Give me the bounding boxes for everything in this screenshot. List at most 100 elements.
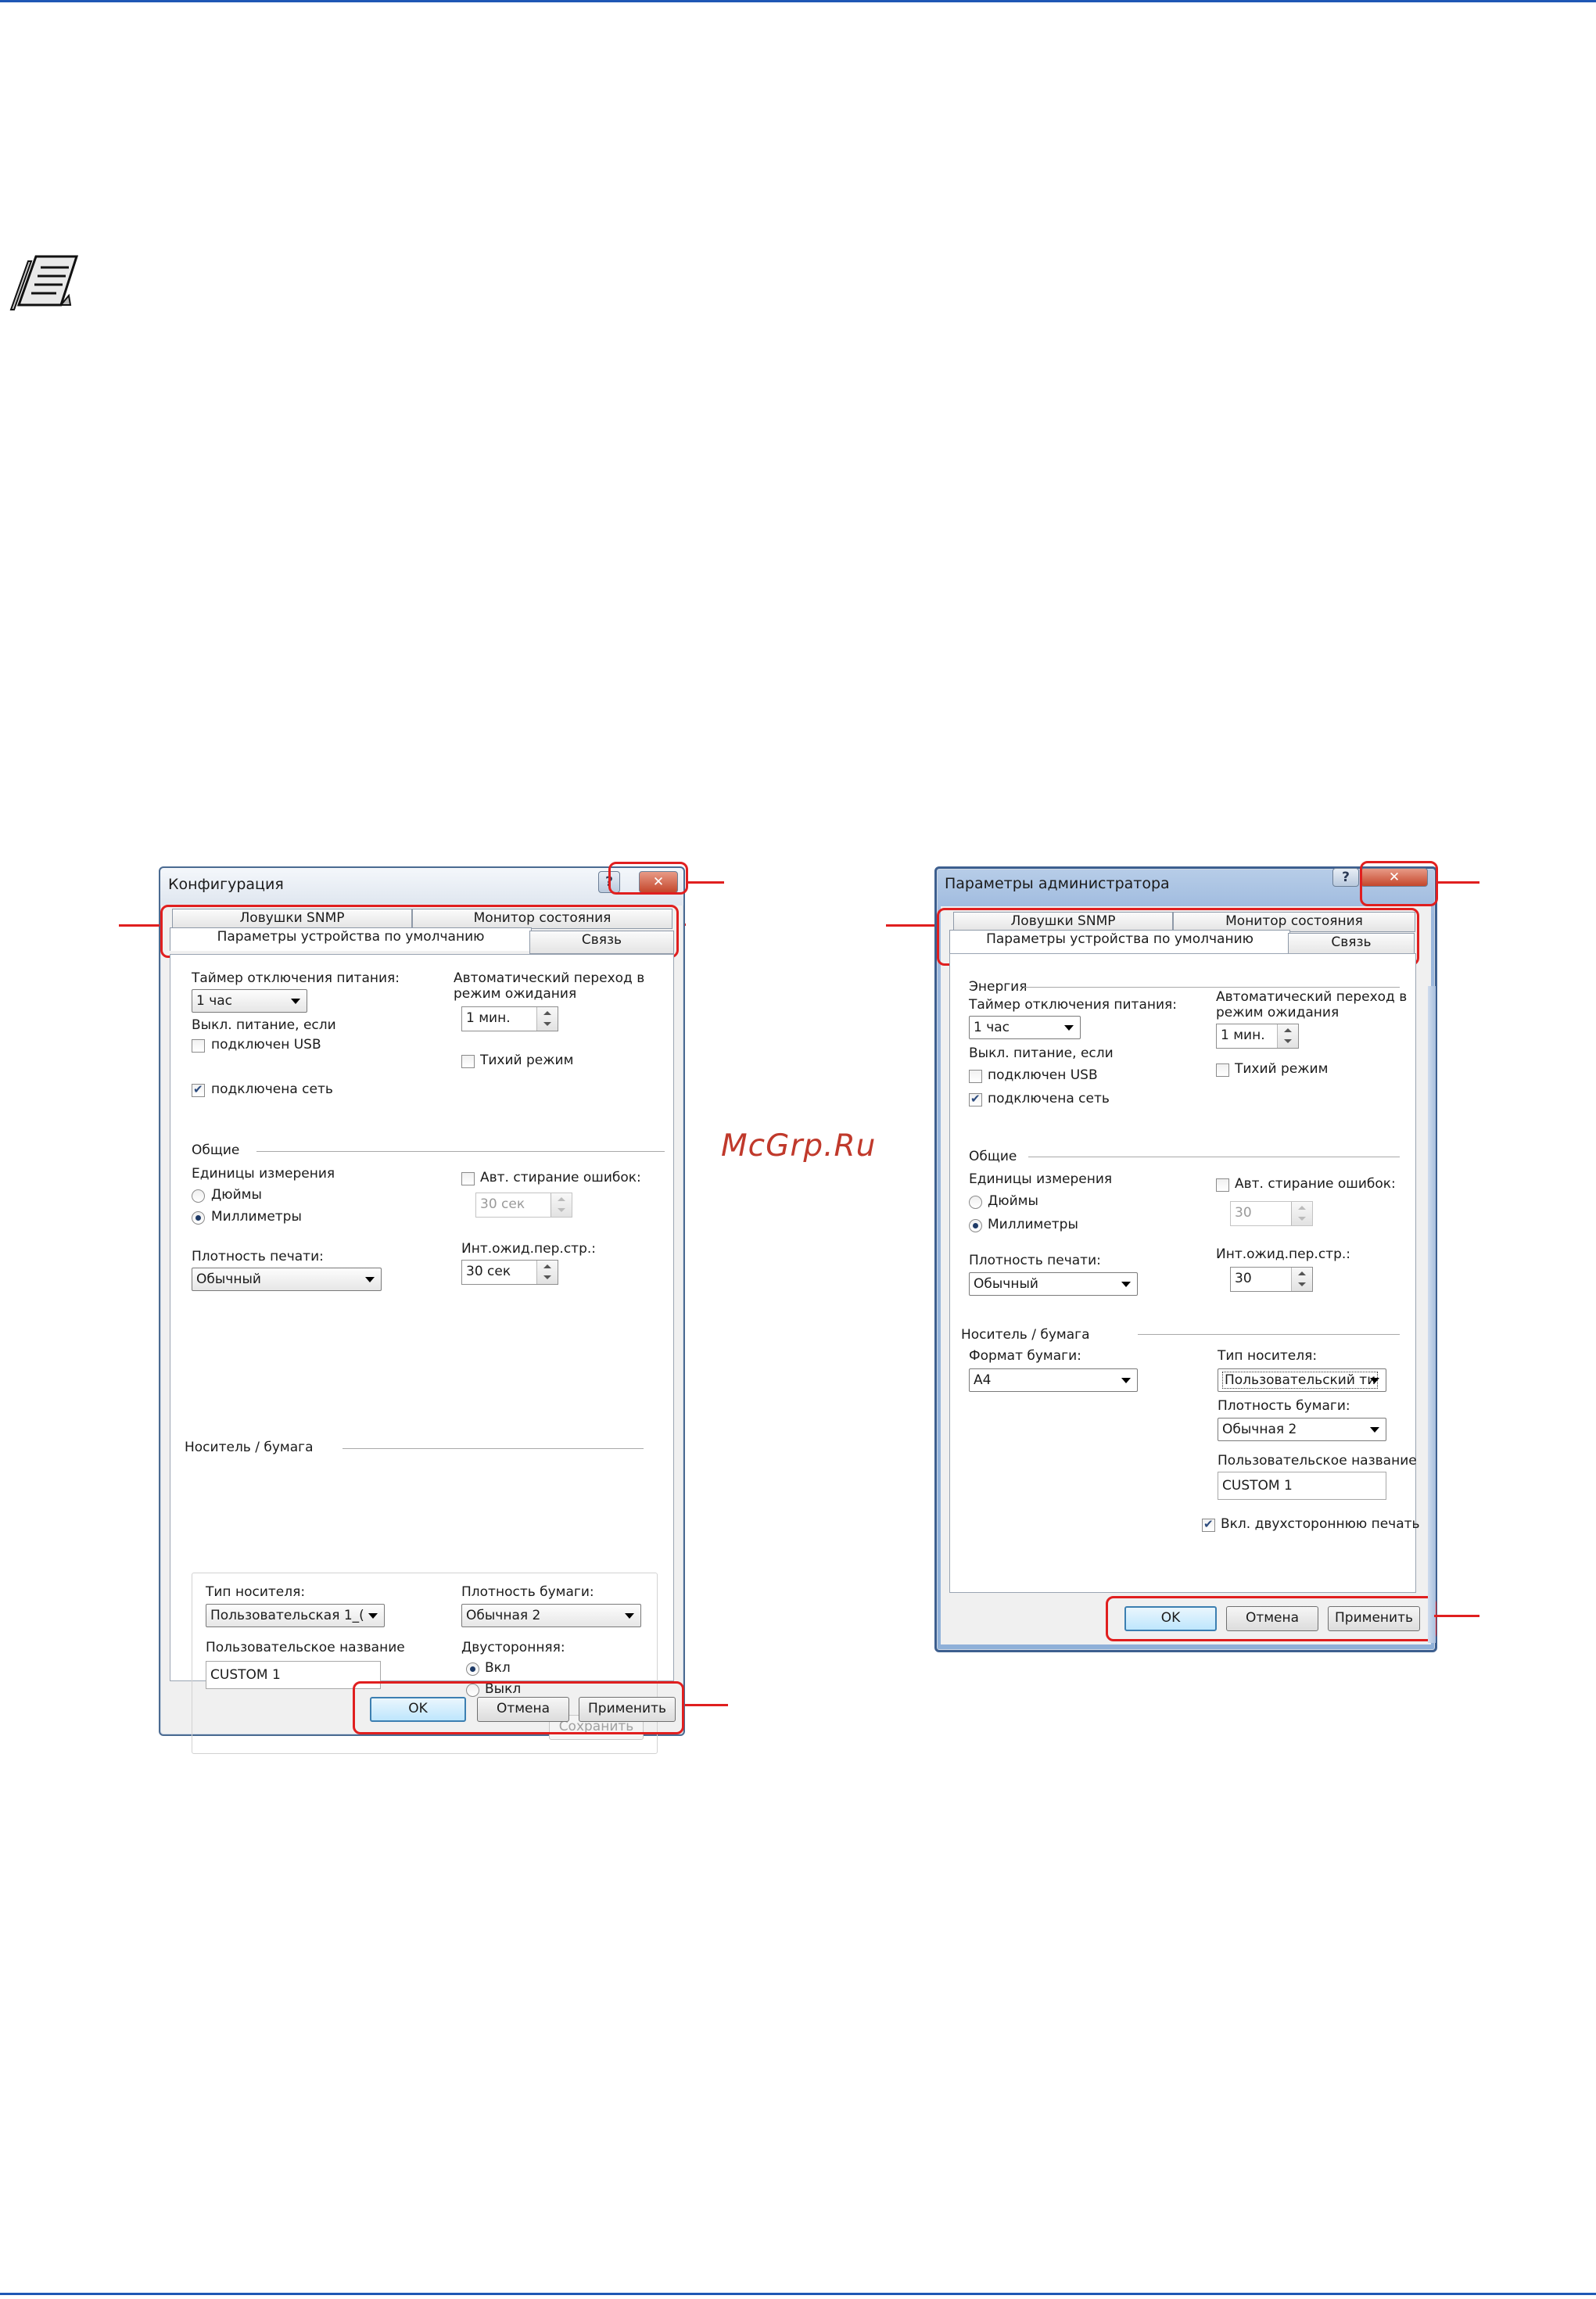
tabs-highlight bbox=[160, 905, 679, 958]
paper-size-label: Формат бумаги: bbox=[969, 1348, 1081, 1364]
usb-label: подключен USB bbox=[988, 1067, 1098, 1083]
print-density-label: Плотность печати: bbox=[192, 1249, 324, 1264]
media-type-select[interactable]: Пользовательская 1_( bbox=[206, 1604, 385, 1627]
energy-divider bbox=[1024, 987, 1400, 988]
chevron-down-icon bbox=[1370, 1378, 1379, 1383]
power-off-if-label: Выкл. питание, если bbox=[969, 1045, 1114, 1061]
mm-radio[interactable] bbox=[969, 1219, 982, 1232]
page-timeout-spinner[interactable]: 30 bbox=[1230, 1267, 1313, 1292]
tab-content: Энергия Таймер отключения питания: 1 час… bbox=[949, 953, 1420, 1593]
print-density-select[interactable]: Обычный bbox=[192, 1268, 382, 1291]
quiet-mode-label: Тихий режим bbox=[1235, 1061, 1329, 1077]
callout-line-tabs bbox=[886, 924, 934, 927]
auto-error-clear-value: 30 bbox=[1235, 1205, 1252, 1221]
auto-error-clear-spinner[interactable]: 30 сек bbox=[475, 1193, 572, 1218]
note-icon bbox=[9, 255, 79, 310]
inches-radio[interactable] bbox=[969, 1196, 982, 1209]
energy-section-title: Энергия bbox=[969, 979, 1028, 995]
paper-weight-label: Плотность бумаги: bbox=[1218, 1398, 1350, 1414]
mm-radio[interactable] bbox=[192, 1211, 205, 1225]
callout-line-buttons bbox=[685, 924, 686, 926]
page-timeout-label: Инт.ожид.пер.стр.: bbox=[1216, 1246, 1351, 1262]
spin-arrows-icon[interactable] bbox=[551, 1193, 572, 1217]
chevron-down-icon bbox=[1121, 1378, 1131, 1383]
page-timeout-spinner[interactable]: 30 сек bbox=[461, 1260, 558, 1285]
duplex-enable-label: Вкл. двухстороннюю печать bbox=[1221, 1516, 1420, 1532]
chevron-down-icon bbox=[1370, 1427, 1379, 1433]
media-divider bbox=[1138, 1334, 1400, 1335]
paper-weight-value: Обычная 2 bbox=[1222, 1422, 1297, 1437]
auto-sleep-spinner[interactable]: 1 мин. bbox=[1216, 1024, 1299, 1049]
chevron-down-icon bbox=[291, 999, 300, 1004]
chevron-down-icon bbox=[365, 1277, 375, 1282]
power-off-if-label: Выкл. питание, если bbox=[192, 1017, 336, 1033]
power-timer-select[interactable]: 1 час bbox=[192, 989, 307, 1013]
inches-radio[interactable] bbox=[192, 1189, 205, 1203]
units-label: Единицы измерения bbox=[969, 1171, 1113, 1187]
usb-checkbox[interactable] bbox=[192, 1039, 205, 1053]
network-label: подключена сеть bbox=[988, 1091, 1110, 1106]
chevron-down-icon bbox=[1121, 1282, 1131, 1287]
duplex-enable-checkbox[interactable] bbox=[1202, 1517, 1215, 1532]
duplex-label: Двусторонняя: bbox=[461, 1640, 565, 1655]
paper-size-select[interactable]: A4 bbox=[969, 1368, 1138, 1392]
spin-arrows-icon[interactable] bbox=[536, 1261, 558, 1284]
general-section-title: Общие bbox=[969, 1149, 1017, 1164]
quiet-mode-checkbox[interactable] bbox=[461, 1055, 475, 1068]
media-section-title: Носитель / бумага bbox=[961, 1327, 1090, 1343]
auto-error-clear-spinner[interactable]: 30 bbox=[1230, 1201, 1313, 1226]
network-checkbox[interactable] bbox=[969, 1092, 982, 1106]
print-density-label: Плотность печати: bbox=[969, 1253, 1101, 1268]
spin-arrows-icon[interactable] bbox=[536, 1007, 558, 1031]
quiet-mode-label: Тихий режим bbox=[480, 1053, 574, 1068]
buttons-highlight bbox=[353, 1681, 684, 1734]
custom-name-input[interactable]: CUSTOM 1 bbox=[1218, 1472, 1386, 1500]
watermark: McGrp.Ru bbox=[721, 1128, 877, 1164]
units-label: Единицы измерения bbox=[192, 1166, 335, 1182]
page-timeout-value: 30 bbox=[1235, 1271, 1252, 1286]
help-button[interactable]: ? bbox=[1332, 868, 1359, 887]
paper-weight-select[interactable]: Обычная 2 bbox=[1218, 1418, 1386, 1441]
callout-line-tabs bbox=[119, 924, 160, 927]
power-timer-label: Таймер отключения питания: bbox=[969, 997, 1177, 1013]
page-timeout-label: Инт.ожид.пер.стр.: bbox=[461, 1241, 597, 1257]
page-timeout-value: 30 сек bbox=[466, 1264, 511, 1279]
usb-label: подключен USB bbox=[211, 1037, 321, 1053]
print-density-value: Обычный bbox=[974, 1276, 1038, 1292]
media-type-value: Пользовательский ти bbox=[1222, 1372, 1379, 1389]
network-checkbox[interactable] bbox=[192, 1082, 205, 1097]
close-highlight bbox=[1360, 861, 1438, 906]
auto-sleep-spinner[interactable]: 1 мин. bbox=[461, 1006, 558, 1031]
paper-weight-value: Обычная 2 bbox=[466, 1608, 541, 1623]
paper-size-value: A4 bbox=[974, 1372, 992, 1388]
auto-error-clear-label: Авт. стирание ошибок: bbox=[480, 1170, 641, 1185]
network-label: подключена сеть bbox=[211, 1081, 333, 1097]
paper-weight-select[interactable]: Обычная 2 bbox=[461, 1604, 641, 1627]
power-timer-select[interactable]: 1 час bbox=[969, 1016, 1081, 1039]
spin-arrows-icon[interactable] bbox=[1291, 1268, 1312, 1291]
duplex-on-label: Вкл bbox=[485, 1660, 511, 1676]
custom-name-label: Пользовательское название bbox=[206, 1640, 405, 1655]
custom-name-label: Пользовательское название bbox=[1218, 1453, 1417, 1469]
media-type-select[interactable]: Пользовательский ти bbox=[1218, 1368, 1386, 1392]
chevron-down-icon bbox=[1064, 1025, 1074, 1031]
chevron-down-icon bbox=[368, 1613, 378, 1619]
auto-error-clear-checkbox[interactable] bbox=[1216, 1178, 1229, 1192]
top-rule bbox=[0, 0, 1596, 2]
print-density-select[interactable]: Обычный bbox=[969, 1272, 1138, 1296]
close-highlight bbox=[608, 862, 688, 895]
auto-error-clear-checkbox[interactable] bbox=[461, 1172, 475, 1185]
spin-arrows-icon[interactable] bbox=[1277, 1024, 1298, 1048]
bottom-rule bbox=[0, 2293, 1596, 2295]
quiet-mode-checkbox[interactable] bbox=[1216, 1063, 1229, 1077]
spin-arrows-icon[interactable] bbox=[1291, 1202, 1312, 1225]
scrollbar[interactable] bbox=[1428, 986, 1436, 1643]
mm-label: Миллиметры bbox=[211, 1209, 302, 1225]
duplex-on-radio[interactable] bbox=[466, 1662, 479, 1676]
inches-label: Дюймы bbox=[211, 1187, 262, 1203]
chevron-down-icon bbox=[625, 1613, 634, 1619]
dialog-title: Конфигурация bbox=[168, 876, 284, 893]
auto-sleep-label-1: Автоматический переход в bbox=[454, 970, 645, 986]
media-type-value: Пользовательская 1_( bbox=[210, 1608, 364, 1623]
usb-checkbox[interactable] bbox=[969, 1070, 982, 1083]
